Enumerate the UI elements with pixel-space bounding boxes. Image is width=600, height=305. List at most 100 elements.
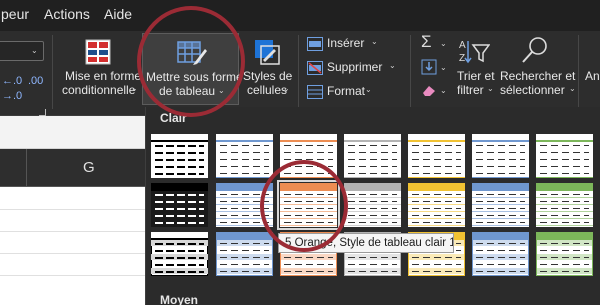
table-style-none-3[interactable]	[151, 232, 208, 276]
tile-row	[540, 173, 589, 174]
tile-row-line	[408, 218, 465, 219]
dialog-launcher-icon[interactable]	[39, 109, 46, 116]
table-style-blue-2[interactable]	[472, 183, 529, 227]
tile-row	[476, 173, 525, 174]
tile-row	[348, 152, 397, 153]
table-style-none-1[interactable]	[151, 134, 208, 178]
menu-item-actions[interactable]: Actions	[44, 6, 90, 22]
format-cells-button[interactable]: Format ⌄	[307, 83, 397, 103]
decimal-arrow: →.0	[2, 90, 23, 102]
conditional-formatting-label-2: conditionnelle	[62, 83, 136, 97]
tile-row	[476, 152, 525, 153]
row-line	[0, 253, 145, 254]
tile-row	[540, 208, 589, 209]
insert-cells-button[interactable]: Insérer ⌄	[307, 35, 397, 55]
tile-row	[412, 215, 461, 216]
cell-styles-button[interactable]: Styles de cellules ⌄	[242, 31, 292, 109]
tile-row	[220, 166, 269, 167]
tile-row	[540, 159, 589, 160]
chevron-down-icon: ⌄	[131, 84, 138, 93]
home-ribbon: ⌄ ←.0 .00 →.0 Mise en forme conditionnel…	[0, 31, 600, 116]
tile-row	[540, 250, 589, 251]
tile-row	[348, 208, 397, 209]
tile-row-line	[408, 211, 465, 212]
table-style-blue-3[interactable]	[216, 232, 273, 276]
increase-decimal-button[interactable]: ←.0	[2, 74, 22, 89]
table-style-gray-1[interactable]	[344, 134, 401, 178]
delete-cells-button[interactable]: Supprimer ⌄	[307, 59, 397, 79]
tile-header	[408, 134, 465, 142]
table-style-gold-1[interactable]	[408, 134, 465, 178]
tile-row	[412, 257, 461, 258]
table-style-blue-1[interactable]	[472, 134, 529, 178]
table-style-none-2[interactable]	[151, 183, 208, 227]
svg-text:Z: Z	[459, 53, 465, 64]
tile-row-line	[472, 211, 529, 212]
cell-grid[interactable]	[0, 187, 145, 305]
tile-row	[412, 166, 461, 167]
table-style-gold-2[interactable]	[408, 183, 465, 227]
conditional-formatting-button[interactable]: Mise en forme conditionnelle ⌄	[58, 31, 141, 109]
tile-header	[280, 134, 337, 142]
tile-row	[155, 208, 204, 210]
formula-bar[interactable]	[0, 116, 145, 149]
row-line	[0, 275, 145, 276]
ribbon-separator	[298, 35, 299, 109]
chevron-down-icon: ⌄	[487, 84, 494, 93]
table-style-gray-2[interactable]	[344, 183, 401, 227]
tile-row	[540, 194, 589, 195]
number-format-dropdown[interactable]: ⌄	[0, 41, 44, 61]
tile-row	[155, 194, 204, 196]
tile-row	[155, 257, 204, 259]
decrease-decimal-button[interactable]: .00	[28, 74, 43, 89]
tile-row	[476, 208, 525, 209]
chevron-down-icon: ⌄	[569, 84, 576, 93]
menu-item-aide[interactable]: Aide	[104, 6, 132, 22]
chevron-down-icon: ⌄	[365, 85, 372, 94]
tile-row	[348, 194, 397, 195]
tile-header	[344, 183, 401, 191]
tile-row	[348, 159, 397, 160]
tile-row	[412, 201, 461, 202]
tile-header	[472, 183, 529, 191]
annotation-circle	[137, 6, 245, 117]
svg-text:A: A	[459, 40, 466, 51]
table-style-green-3[interactable]	[536, 232, 593, 276]
tile-row	[476, 166, 525, 167]
tile-row	[540, 271, 589, 272]
tile-row-line	[536, 197, 593, 198]
tile-row	[348, 271, 397, 272]
tile-row	[220, 264, 269, 265]
annotation-circle	[260, 160, 348, 252]
tile-row	[220, 159, 269, 160]
tile-row	[284, 145, 333, 146]
tile-row	[476, 215, 525, 216]
table-style-blue-1[interactable]	[216, 134, 273, 178]
find-select-label-2: sélectionner	[500, 83, 565, 97]
row-line	[0, 231, 145, 232]
tile-row	[412, 194, 461, 195]
menu-item-mise-en-page[interactable]: peur	[1, 6, 29, 22]
analyze-data-label[interactable]: An	[585, 69, 600, 84]
table-style-green-2[interactable]	[536, 183, 593, 227]
table-style-blue-3[interactable]	[472, 232, 529, 276]
column-header-g[interactable]: G	[83, 159, 95, 176]
tile-row	[284, 257, 333, 258]
tile-row	[155, 201, 204, 203]
tile-row	[155, 222, 204, 224]
chevron-down-icon: ⌄	[440, 63, 447, 72]
eraser-icon[interactable]	[421, 83, 437, 97]
table-style-green-1[interactable]	[536, 134, 593, 178]
chevron-down-icon: ⌄	[440, 39, 447, 48]
tile-row	[412, 173, 461, 174]
find-select-button[interactable]: Rechercher et sélectionner ⌄	[496, 31, 576, 109]
tile-row	[476, 243, 525, 244]
tile-row-line	[344, 211, 401, 212]
chevron-down-icon: ⌄	[283, 84, 290, 93]
autosum-icon[interactable]: Σ	[421, 33, 432, 50]
tile-row	[284, 264, 333, 265]
sort-filter-button[interactable]: A Z Trier et filtrer ⌄	[452, 31, 496, 109]
sort-filter-label-2: filtrer	[457, 83, 484, 97]
fill-icon[interactable]	[421, 59, 437, 75]
tile-row	[220, 271, 269, 272]
